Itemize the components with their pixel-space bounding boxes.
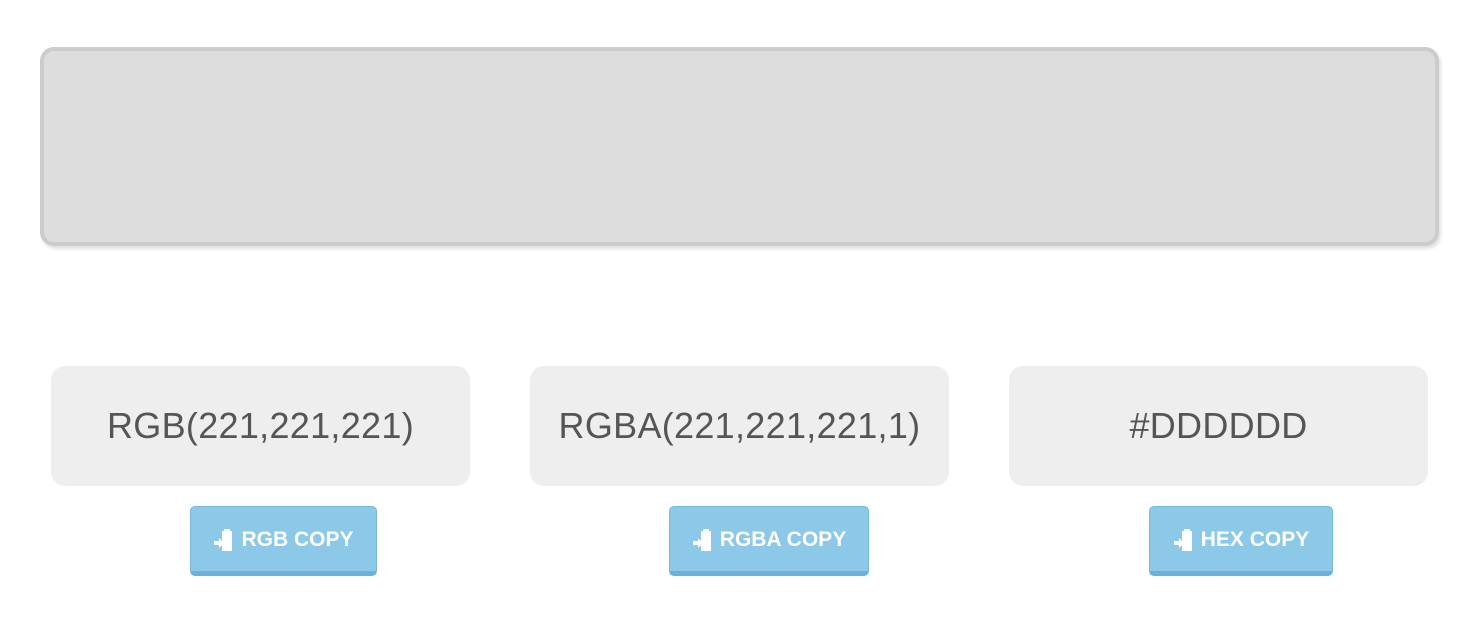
rgb-value-field[interactable]: RGB(221,221,221) — [51, 366, 470, 486]
rgba-value-field[interactable]: RGBA(221,221,221,1) — [530, 366, 949, 486]
clipboard-paste-icon — [692, 528, 714, 552]
hex-copy-button[interactable]: HEX COPY — [1149, 506, 1333, 576]
rgba-copy-button[interactable]: RGBA COPY — [669, 506, 869, 576]
color-preview-swatch — [40, 47, 1439, 246]
clipboard-paste-icon — [1173, 528, 1195, 552]
rgba-value-text: RGBA(221,221,221,1) — [558, 405, 921, 446]
rgb-copy-label: RGB COPY — [241, 528, 354, 551]
rgba-copy-label: RGBA COPY — [719, 528, 847, 551]
hex-value-field[interactable]: #DDDDDD — [1009, 366, 1428, 486]
rgb-copy-button[interactable]: RGB COPY — [190, 506, 377, 576]
clipboard-paste-icon — [213, 528, 235, 552]
hex-value-text: #DDDDDD — [1129, 405, 1308, 446]
rgb-value-text: RGB(221,221,221) — [107, 405, 414, 446]
hex-copy-label: HEX COPY — [1200, 528, 1310, 551]
